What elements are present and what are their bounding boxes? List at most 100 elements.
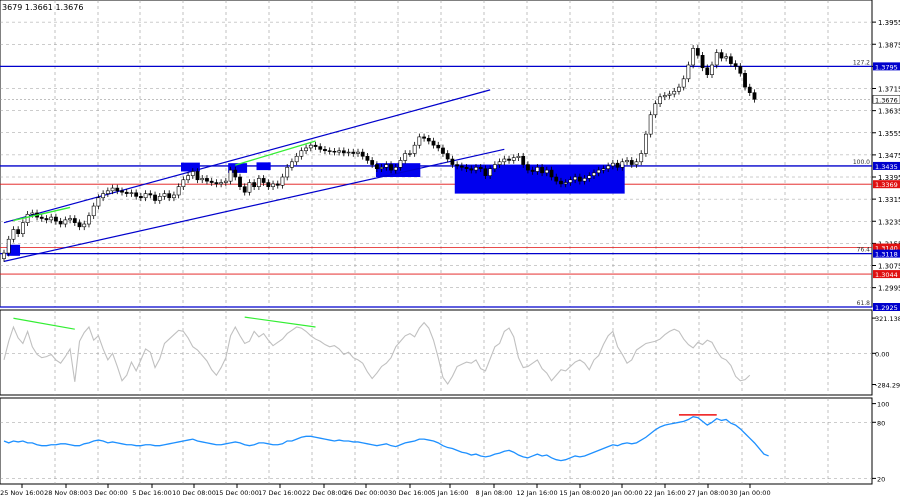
candle-bull — [393, 167, 398, 171]
fib-level-label: 100.0 — [853, 159, 870, 166]
candle-bear — [455, 164, 460, 167]
price-tick-label: 1.2995 — [878, 285, 900, 293]
candle-bull — [379, 167, 384, 170]
candle-bull — [143, 193, 148, 199]
candle-bull — [25, 214, 30, 223]
candle-bear — [209, 180, 214, 183]
candle-bull — [101, 193, 106, 199]
candle-bear — [148, 193, 153, 196]
time-tick-label: 22 Dec 08:00 — [302, 489, 346, 497]
candle-bull — [502, 158, 507, 163]
candle-bull — [294, 155, 299, 163]
candle-bull — [308, 144, 313, 149]
candle-bear — [526, 164, 530, 171]
candle-bear — [332, 150, 337, 153]
price-tick-label: 1.3075 — [878, 263, 900, 271]
candle-bull — [96, 197, 101, 207]
price-tick-label: 1.3955 — [878, 19, 900, 27]
current-price-label: 1.3676 — [875, 96, 898, 104]
candle-bull — [648, 114, 653, 135]
candle-bear — [275, 183, 280, 186]
candle-bull — [91, 205, 96, 217]
time-tick-label: 3 Dec 00:00 — [88, 489, 128, 497]
candle-bear — [738, 66, 743, 74]
time-tick-label: 27 Jan 08:00 — [687, 489, 728, 497]
time-tick-label: 15 Jan 08:00 — [559, 489, 600, 497]
candle-bull — [672, 90, 677, 95]
candle-bear — [549, 169, 554, 178]
cci-tick-label: 0.00 — [875, 350, 889, 358]
time-tick-label: 25 Nov 16:00 — [0, 489, 44, 497]
candle-bear — [327, 150, 332, 152]
candle-bear — [733, 63, 738, 67]
candle-bull — [223, 180, 228, 183]
time-tick-label: 30 Dec 16:00 — [388, 489, 432, 497]
candle-bear — [530, 169, 535, 172]
price-tick-label: 1.3715 — [878, 86, 900, 94]
candle-bull — [497, 161, 502, 165]
candle-bull — [724, 56, 729, 59]
candle-bull — [356, 151, 360, 154]
rsi-tick-label: 80 — [877, 419, 885, 427]
candle-bear — [700, 55, 705, 69]
time-tick-label: 20 Jan 00:00 — [601, 489, 642, 497]
candle-bull — [412, 144, 417, 154]
forex-chart[interactable]: 1.3955 1.3875 1.3795 1.3715 1.3635 1.3555 1.34… — [0, 0, 900, 500]
candle-bear — [469, 168, 474, 171]
candle-bull — [186, 175, 190, 181]
candle-bull — [63, 219, 68, 225]
candle-bull — [82, 223, 87, 228]
rsi-tick-label: 100 — [877, 401, 889, 409]
candle-bull — [346, 151, 351, 154]
time-tick-label: 10 Dec 08:00 — [172, 489, 216, 497]
time-tick-label: 5 Jan 16:00 — [431, 489, 468, 497]
time-tick-label: 15 Dec 00:00 — [215, 489, 259, 497]
candle-bear — [478, 167, 483, 170]
fib-level-label: 127.2 — [853, 59, 870, 66]
candle-bull — [488, 168, 493, 176]
candle-bull — [290, 161, 294, 168]
candle-bull — [20, 222, 25, 235]
candle-bull — [181, 179, 186, 187]
candle-bull — [592, 172, 596, 176]
candle-bull — [337, 150, 342, 153]
candle-bear — [431, 140, 436, 146]
price-tick-label: 1.3475 — [878, 152, 900, 160]
candle-bear — [120, 190, 124, 193]
candle-bull — [568, 179, 573, 183]
candle-bear — [360, 151, 365, 157]
candle-bear — [483, 168, 488, 176]
candle-bear — [459, 165, 464, 168]
candle-bear — [719, 52, 724, 59]
candle-bear — [507, 158, 511, 161]
candle-bull — [606, 165, 611, 170]
candle-bull — [200, 178, 205, 181]
candle-bear — [752, 92, 757, 100]
candle-bull — [474, 167, 478, 171]
candle-bull — [596, 169, 601, 174]
candle-bear — [695, 48, 700, 56]
price-tick-label: 1.3315 — [878, 196, 900, 204]
candle-bull — [587, 175, 592, 179]
candle-bear — [540, 167, 544, 174]
time-tick-label: 26 Dec 00:00 — [344, 489, 388, 497]
candle-bull — [157, 196, 162, 201]
candle-bull — [417, 136, 422, 146]
candle-bull — [681, 78, 686, 88]
candle-bear — [318, 146, 323, 150]
candle-bear — [450, 158, 455, 165]
candle-bear — [374, 164, 379, 170]
time-tick-label: 5 Dec 16:00 — [132, 489, 172, 497]
candle-bear — [705, 67, 710, 75]
level-price-label: 1.3795 — [875, 63, 898, 71]
candle-bull — [384, 164, 389, 168]
time-tick-label: 22 Jan 16:00 — [644, 489, 685, 497]
candle-bear — [205, 178, 209, 182]
candle-bear — [445, 153, 450, 160]
candle-bear — [426, 137, 431, 142]
candle-bull — [304, 147, 308, 152]
candle-bear — [252, 182, 257, 187]
candle-bear — [559, 180, 563, 185]
candle-bear — [115, 187, 120, 192]
candle-bull — [285, 167, 290, 178]
